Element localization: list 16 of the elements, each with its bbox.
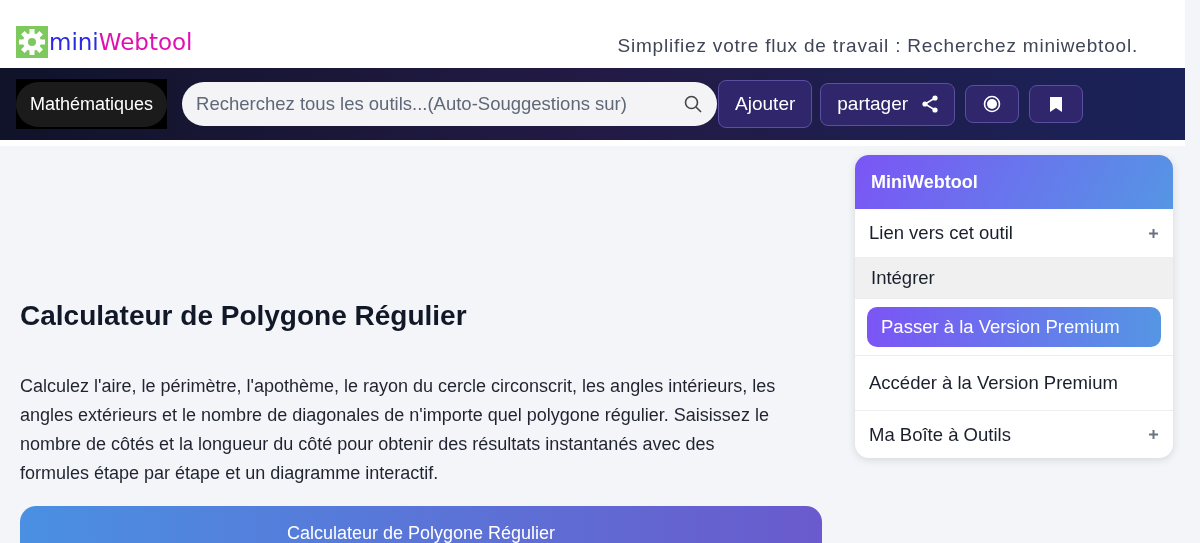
sidebar-title: MiniWebtool bbox=[855, 155, 1173, 209]
sidebar-item[interactable]: Intégrer bbox=[855, 258, 1173, 299]
premium-button[interactable]: Passer à la Version Premium bbox=[867, 307, 1161, 347]
category-button[interactable]: Mathématiques bbox=[16, 81, 168, 127]
sidebar-item[interactable]: Accéder à la Version Premium bbox=[855, 356, 1173, 411]
search-field[interactable]: Recherchez tous les outils...(Auto-Souggestions sur) bbox=[182, 82, 718, 126]
sidebar-item[interactable]: Ma Boîte à Outils bbox=[855, 411, 1173, 458]
tool-description: Calculez l'aire, le périmètre, l'apothème, le rayon du cercle circonscrit, les angles intérieurs, les angles extérieurs et le nombre de diagonales de n'importe quel polygone régulier. Saisissez le nombre de côtés et la longueur du côté pour obtenir des résultats instantanés avec des formules étape par étape et un diagramme interactif. bbox=[20, 375, 777, 485]
page-title: Calculateur de Polygone Régulier bbox=[20, 300, 468, 332]
item-label: Ma Boîte à Outils bbox=[869, 423, 1011, 446]
site-logo[interactable]: miniWebtool bbox=[49, 29, 193, 55]
add-button[interactable]: Ajouter bbox=[718, 80, 813, 128]
tagline: Simplifiez votre flux de travail : Recherchez miniwebtool. bbox=[617, 35, 1138, 57]
share-button[interactable]: partager bbox=[820, 82, 956, 126]
item-label: Lien vers cet outil bbox=[869, 222, 1013, 244]
calculator-card-header: Calculateur de Polygone Régulier bbox=[20, 506, 822, 543]
